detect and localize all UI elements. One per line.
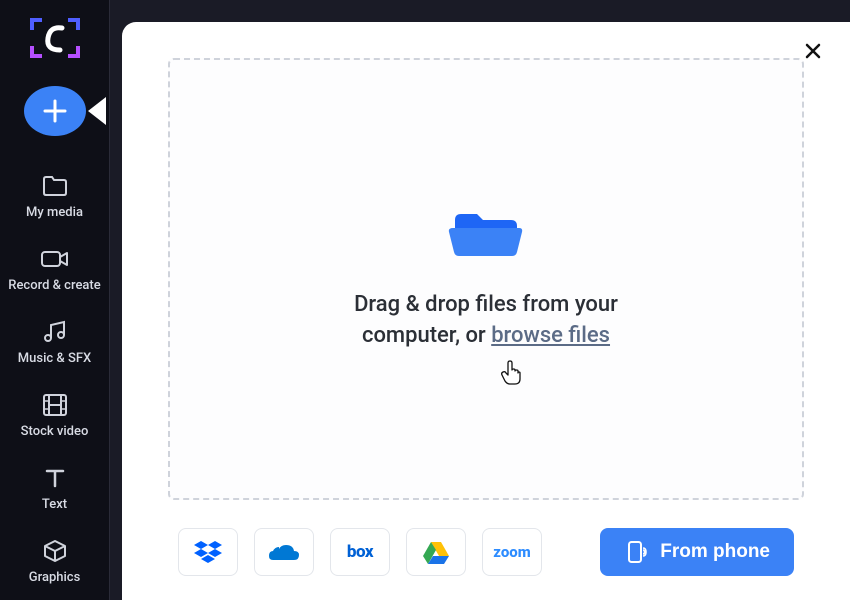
source-onedrive[interactable] (254, 528, 314, 576)
from-phone-button[interactable]: From phone (600, 528, 794, 576)
sidebar-item-label: Record & create (8, 279, 100, 294)
cube-icon (42, 537, 68, 565)
folder-open-icon (447, 206, 525, 264)
dropbox-icon (193, 539, 223, 565)
sidebar-item-stock-video[interactable]: Stock video (0, 381, 109, 454)
browse-files-link[interactable]: browse files (491, 323, 610, 348)
film-icon (42, 391, 68, 419)
drop-instruction: Drag & drop files from your computer, or… (306, 290, 666, 352)
camera-icon (40, 245, 70, 273)
sidebar-item-music[interactable]: Music & SFX (0, 308, 109, 381)
phone-icon (624, 540, 648, 564)
add-button-pointer (88, 97, 106, 125)
onedrive-icon (267, 541, 301, 563)
main-area: Drag & drop files from your computer, or… (110, 0, 850, 600)
folder-icon (41, 172, 69, 200)
dropzone[interactable]: Drag & drop files from your computer, or… (168, 58, 804, 500)
from-phone-label: From phone (660, 541, 770, 563)
sidebar-item-label: Music & SFX (18, 352, 91, 367)
sidebar-item-text[interactable]: Text (0, 454, 109, 527)
sidebar: My media Record & create Music & SFX Sto… (0, 0, 110, 600)
sidebar-item-label: My media (26, 206, 83, 221)
googledrive-icon (422, 540, 450, 564)
sidebar-item-label: Stock video (21, 425, 89, 440)
upload-modal: Drag & drop files from your computer, or… (122, 22, 850, 600)
box-icon: box (347, 542, 373, 562)
zoom-icon: zoom (493, 543, 530, 561)
source-googledrive[interactable] (406, 528, 466, 576)
app-logo[interactable] (30, 18, 80, 58)
source-dropbox[interactable] (178, 528, 238, 576)
sidebar-item-record[interactable]: Record & create (0, 235, 109, 308)
source-box[interactable]: box (330, 528, 390, 576)
source-zoom[interactable]: zoom (482, 528, 542, 576)
hand-cursor-icon (500, 360, 522, 390)
music-icon (42, 318, 68, 346)
add-button[interactable] (24, 86, 86, 136)
sources-row: box zoom From phone (168, 528, 804, 576)
sidebar-item-graphics[interactable]: Graphics (0, 527, 109, 600)
sidebar-item-label: Graphics (29, 571, 81, 586)
sidebar-item-label: Text (42, 498, 67, 513)
sidebar-item-my-media[interactable]: My media (0, 162, 109, 235)
text-icon (43, 464, 67, 492)
